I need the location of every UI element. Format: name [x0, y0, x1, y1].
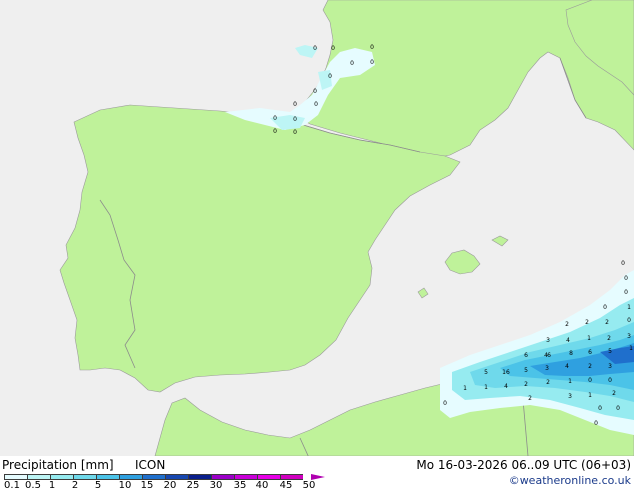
- cell-value: 0: [314, 101, 318, 108]
- cell-value: 0: [603, 304, 607, 311]
- precipitation-map[interactable]: 0 0 0 0 0 0 0 0 0 0 0 0 0 0 0 0 0 1 2 2 0 2 3 4 1 2 3 6 8 6 5 1 6 4 5 16 5 3 4…: [0, 0, 634, 456]
- cell-value: 0: [370, 44, 374, 51]
- cell-value: 0: [588, 377, 592, 384]
- cell-value: 3: [546, 337, 550, 344]
- cell-value: 4: [544, 352, 548, 359]
- cell-value: 1: [587, 335, 591, 342]
- cell-value: 2: [524, 381, 528, 388]
- cell-value: 0: [624, 289, 628, 296]
- cell-value: 0: [293, 101, 297, 108]
- colorbar-ticks: 0.1 0.5 1 2 5 10 15 20 25 30 35 40 45 50: [0, 481, 340, 493]
- cell-value: 3: [545, 365, 549, 372]
- cell-value: 1: [568, 378, 572, 385]
- cell-value: 2: [607, 335, 611, 342]
- cell-value: 0: [313, 88, 317, 95]
- map-title: Precipitation [mm]: [2, 458, 114, 472]
- cell-value: 4: [565, 363, 569, 370]
- cell-value: 4: [566, 337, 570, 344]
- cell-value: 6: [588, 349, 592, 356]
- cell-value: 1: [484, 384, 488, 391]
- cell-value: 0: [328, 73, 332, 80]
- valid-time: Mo 16-03-2026 06..09 UTC (06+03): [416, 458, 631, 472]
- cell-value: 5: [524, 367, 528, 374]
- cell-value: 0: [624, 275, 628, 282]
- cell-value: 1: [629, 345, 633, 352]
- cell-value: 2: [546, 379, 550, 386]
- cell-value: 3: [627, 333, 631, 340]
- cell-value: 0: [313, 45, 317, 52]
- cell-value: 2: [588, 363, 592, 370]
- cell-value: 2: [565, 321, 569, 328]
- cell-value: 4: [504, 383, 508, 390]
- cell-value: 0: [273, 128, 277, 135]
- cell-value: 0: [598, 405, 602, 412]
- cell-value: 0: [331, 45, 335, 52]
- cell-value: 1: [627, 304, 631, 311]
- cell-value: 0: [350, 60, 354, 67]
- map-canvas: 0 0 00 0000 00 00 00000 12 2 023 4 1 2 36 8 6 5 16 45 16 5 3 4…: [0, 0, 634, 456]
- cell-value: 1: [463, 385, 467, 392]
- cell-value: 0: [616, 405, 620, 412]
- cell-value: 3: [608, 363, 612, 370]
- cell-value: 2: [605, 319, 609, 326]
- cell-value: 8: [569, 350, 573, 357]
- model-name: ICON: [135, 458, 166, 472]
- cell-value: 16: [502, 369, 510, 376]
- cell-value: 0: [627, 317, 631, 324]
- cell-value: 6: [524, 352, 528, 359]
- cell-value: 2: [528, 395, 532, 402]
- cell-value: 2: [612, 390, 616, 397]
- cell-value: 1: [588, 392, 592, 399]
- cell-value: 5: [484, 369, 488, 376]
- cell-value: 2: [585, 319, 589, 326]
- cell-value: 0: [273, 115, 277, 122]
- cell-value: 0: [608, 377, 612, 384]
- cell-value: 0: [621, 260, 625, 267]
- cell-value: 0: [293, 116, 297, 123]
- cell-value: 3: [568, 393, 572, 400]
- legend-footer: Precipitation [mm] ICON Mo 16-03-2026 06…: [0, 456, 634, 493]
- credit-link[interactable]: ©weatheronline.co.uk: [509, 474, 631, 488]
- cell-value: 0: [594, 420, 598, 427]
- cell-value: 5: [608, 348, 612, 355]
- cell-value: 0: [443, 400, 447, 407]
- cell-value: 0: [370, 59, 374, 66]
- cell-value: 0: [293, 129, 297, 136]
